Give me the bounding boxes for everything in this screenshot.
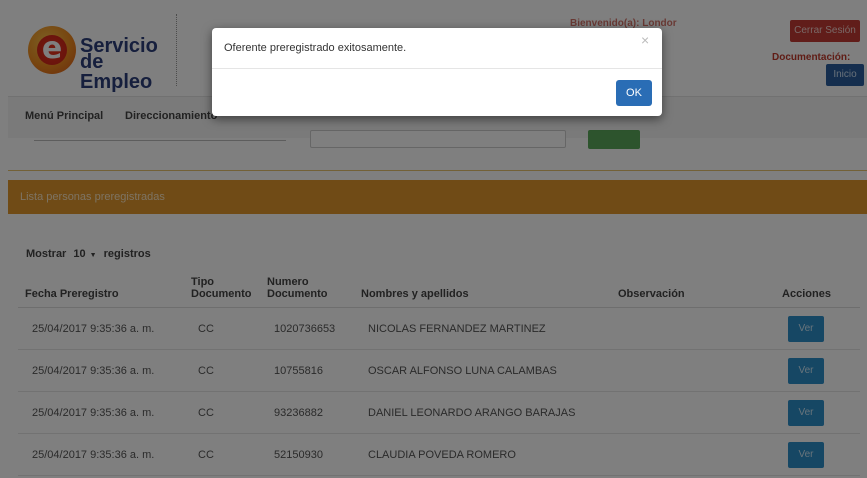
close-icon[interactable]: × [641, 33, 649, 47]
dialog-message: Oferente preregistrado exitosamente. [224, 42, 407, 54]
success-dialog: Oferente preregistrado exitosamente. × O… [212, 28, 662, 116]
dialog-divider [212, 68, 662, 69]
ok-button[interactable]: OK [616, 80, 652, 106]
